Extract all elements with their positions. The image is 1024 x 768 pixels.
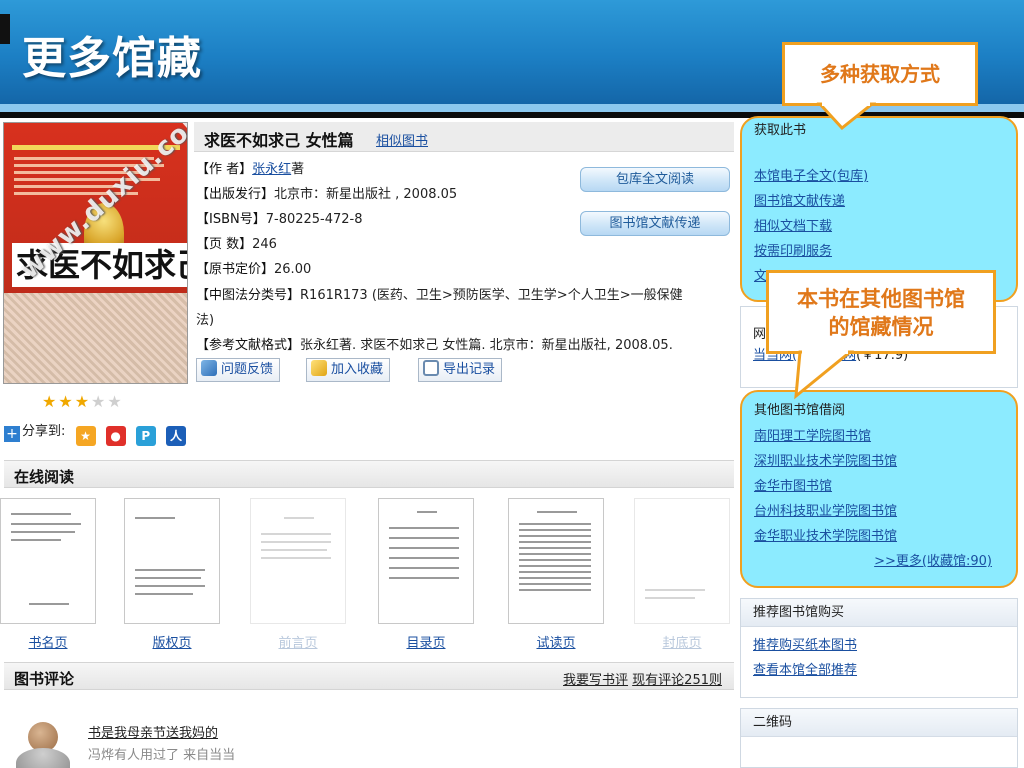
isbn-row: 【ISBN号】7-80225-472-8	[196, 212, 363, 227]
page-thumbnail-copyright[interactable]	[124, 498, 220, 624]
author-row: 【作 者】张永红著	[196, 162, 305, 177]
recommend-panel: 推荐图书馆购买 推荐购买纸本图书 查看本馆全部推荐	[740, 598, 1018, 698]
library-link[interactable]: 南阳理工学院图书馆	[742, 424, 1016, 449]
review-count-link[interactable]: 现有评论251则	[632, 673, 722, 688]
plus-icon[interactable]: +	[4, 426, 20, 442]
star-icon[interactable]: ★	[58, 392, 74, 411]
qrcode-title: 二维码	[741, 709, 1017, 737]
page-thumbnail-toc[interactable]	[378, 498, 474, 624]
qzone-icon[interactable]: ★	[75, 426, 96, 446]
page-title: 更多馆藏	[22, 33, 202, 84]
banner-mark	[0, 14, 10, 44]
rating-stars[interactable]: ★★★★★	[42, 392, 124, 411]
get-link-print[interactable]: 按需印刷服务	[742, 239, 1016, 264]
book-title: 求医不如求己 女性篇	[204, 131, 354, 150]
other-libraries-title: 其他图书馆借阅	[754, 403, 846, 418]
renren-icon[interactable]: 人	[165, 426, 186, 446]
page-link-toc[interactable]: 目录页	[378, 632, 474, 651]
pengyou-icon[interactable]: P	[135, 426, 156, 446]
get-link-similar[interactable]: 相似文档下载	[742, 214, 1016, 239]
star-icon[interactable]: ★	[75, 392, 91, 411]
write-review-link[interactable]: 我要写书评	[563, 673, 628, 688]
star-icon[interactable]: ★	[42, 392, 58, 411]
avatar	[10, 718, 76, 768]
page-link-sample[interactable]: 试读页	[508, 632, 604, 651]
export-record-button[interactable]: 导出记录	[418, 358, 503, 382]
book-cover-image[interactable]: 求医不如求己 www.duxiu.com	[3, 122, 188, 384]
page-link-title[interactable]: 书名页	[0, 632, 96, 651]
qrcode-panel: 二维码	[740, 708, 1018, 768]
other-libraries-panel: 其他图书馆借阅 南阳理工学院图书馆 深圳职业技术学院图书馆 金华市图书馆 台州科…	[740, 390, 1018, 588]
page-link-back[interactable]: 封底页	[634, 632, 730, 651]
document-delivery-button[interactable]: 图书馆文献传递	[580, 211, 730, 236]
review-links: 我要写书评 现有评论251则	[563, 669, 722, 688]
pages-row: 【页 数】246	[196, 237, 277, 252]
library-link[interactable]: 台州科技职业学院图书馆	[742, 499, 1016, 524]
star-icon[interactable]: ★	[91, 392, 107, 411]
book-title-bar: 求医不如求己 女性篇 相似图书	[194, 122, 734, 152]
get-link-ebook[interactable]: 本馆电子全文(包库)	[742, 164, 1016, 189]
online-reading-header: 在线阅读	[4, 460, 734, 488]
author-link[interactable]: 张永红	[252, 162, 291, 177]
get-book-title: 获取此书	[754, 123, 807, 138]
get-link-delivery[interactable]: 图书馆文献传递	[742, 189, 1016, 214]
review-title-link[interactable]: 书是我母亲节送我妈的	[88, 722, 218, 741]
page-link-copyright[interactable]: 版权页	[124, 632, 220, 651]
review-meta: 冯烨有人用过了 来自当当	[88, 748, 236, 763]
similar-books-link[interactable]: 相似图书	[376, 130, 428, 149]
other-libraries-callout: 本书在其他图书馆 的馆藏情况	[766, 270, 996, 354]
feedback-button[interactable]: 问题反馈	[196, 358, 281, 382]
publisher-row: 【出版发行】北京市：新星出版社 , 2008.05	[196, 187, 458, 202]
folder-star-icon	[311, 360, 327, 376]
recommend-buy-link[interactable]: 推荐购买纸本图书	[753, 633, 1005, 658]
methods-callout: 多种获取方式	[782, 42, 978, 106]
page-thumbnail-sample[interactable]	[508, 498, 604, 624]
page-link-preface[interactable]: 前言页	[250, 632, 346, 651]
reviews-header: 图书评论 我要写书评 现有评论251则	[4, 662, 734, 690]
clc-row-cont: 法)	[196, 313, 215, 328]
library-link[interactable]: 金华职业技术学院图书馆	[742, 524, 1016, 549]
citation-row: 【参考文献格式】张永红著. 求医不如求己 女性篇. 北京市：新星出版社, 200…	[196, 338, 673, 353]
view-recommendations-link[interactable]: 查看本馆全部推荐	[753, 658, 1005, 683]
page-thumbnail-title[interactable]	[0, 498, 96, 624]
share-bar: + 分享到: ★ ● P 人	[4, 420, 186, 446]
star-icon[interactable]: ★	[107, 392, 123, 411]
fulltext-read-button[interactable]: 包库全文阅读	[580, 167, 730, 192]
page-thumbnail-back[interactable]	[634, 498, 730, 624]
more-libraries-link[interactable]: >>更多(收藏馆:90)	[742, 549, 1016, 574]
library-link[interactable]: 深圳职业技术学院图书馆	[742, 449, 1016, 474]
weibo-icon[interactable]: ●	[105, 426, 126, 446]
price-row: 【原书定价】26.00	[196, 262, 312, 277]
page-thumbnail-preface[interactable]	[250, 498, 346, 624]
other-libraries-callout-pointer	[794, 350, 855, 400]
methods-callout-pointer	[816, 102, 876, 130]
recommend-title: 推荐图书馆购买	[741, 599, 1017, 627]
window-icon	[423, 360, 439, 376]
edit-icon	[201, 360, 217, 376]
clc-row: 【中图法分类号】R161R173 (医药、卫生>预防医学、卫生学>个人卫生>一般…	[196, 288, 683, 303]
library-link[interactable]: 金华市图书馆	[742, 474, 1016, 499]
add-favorite-button[interactable]: 加入收藏	[306, 358, 391, 382]
